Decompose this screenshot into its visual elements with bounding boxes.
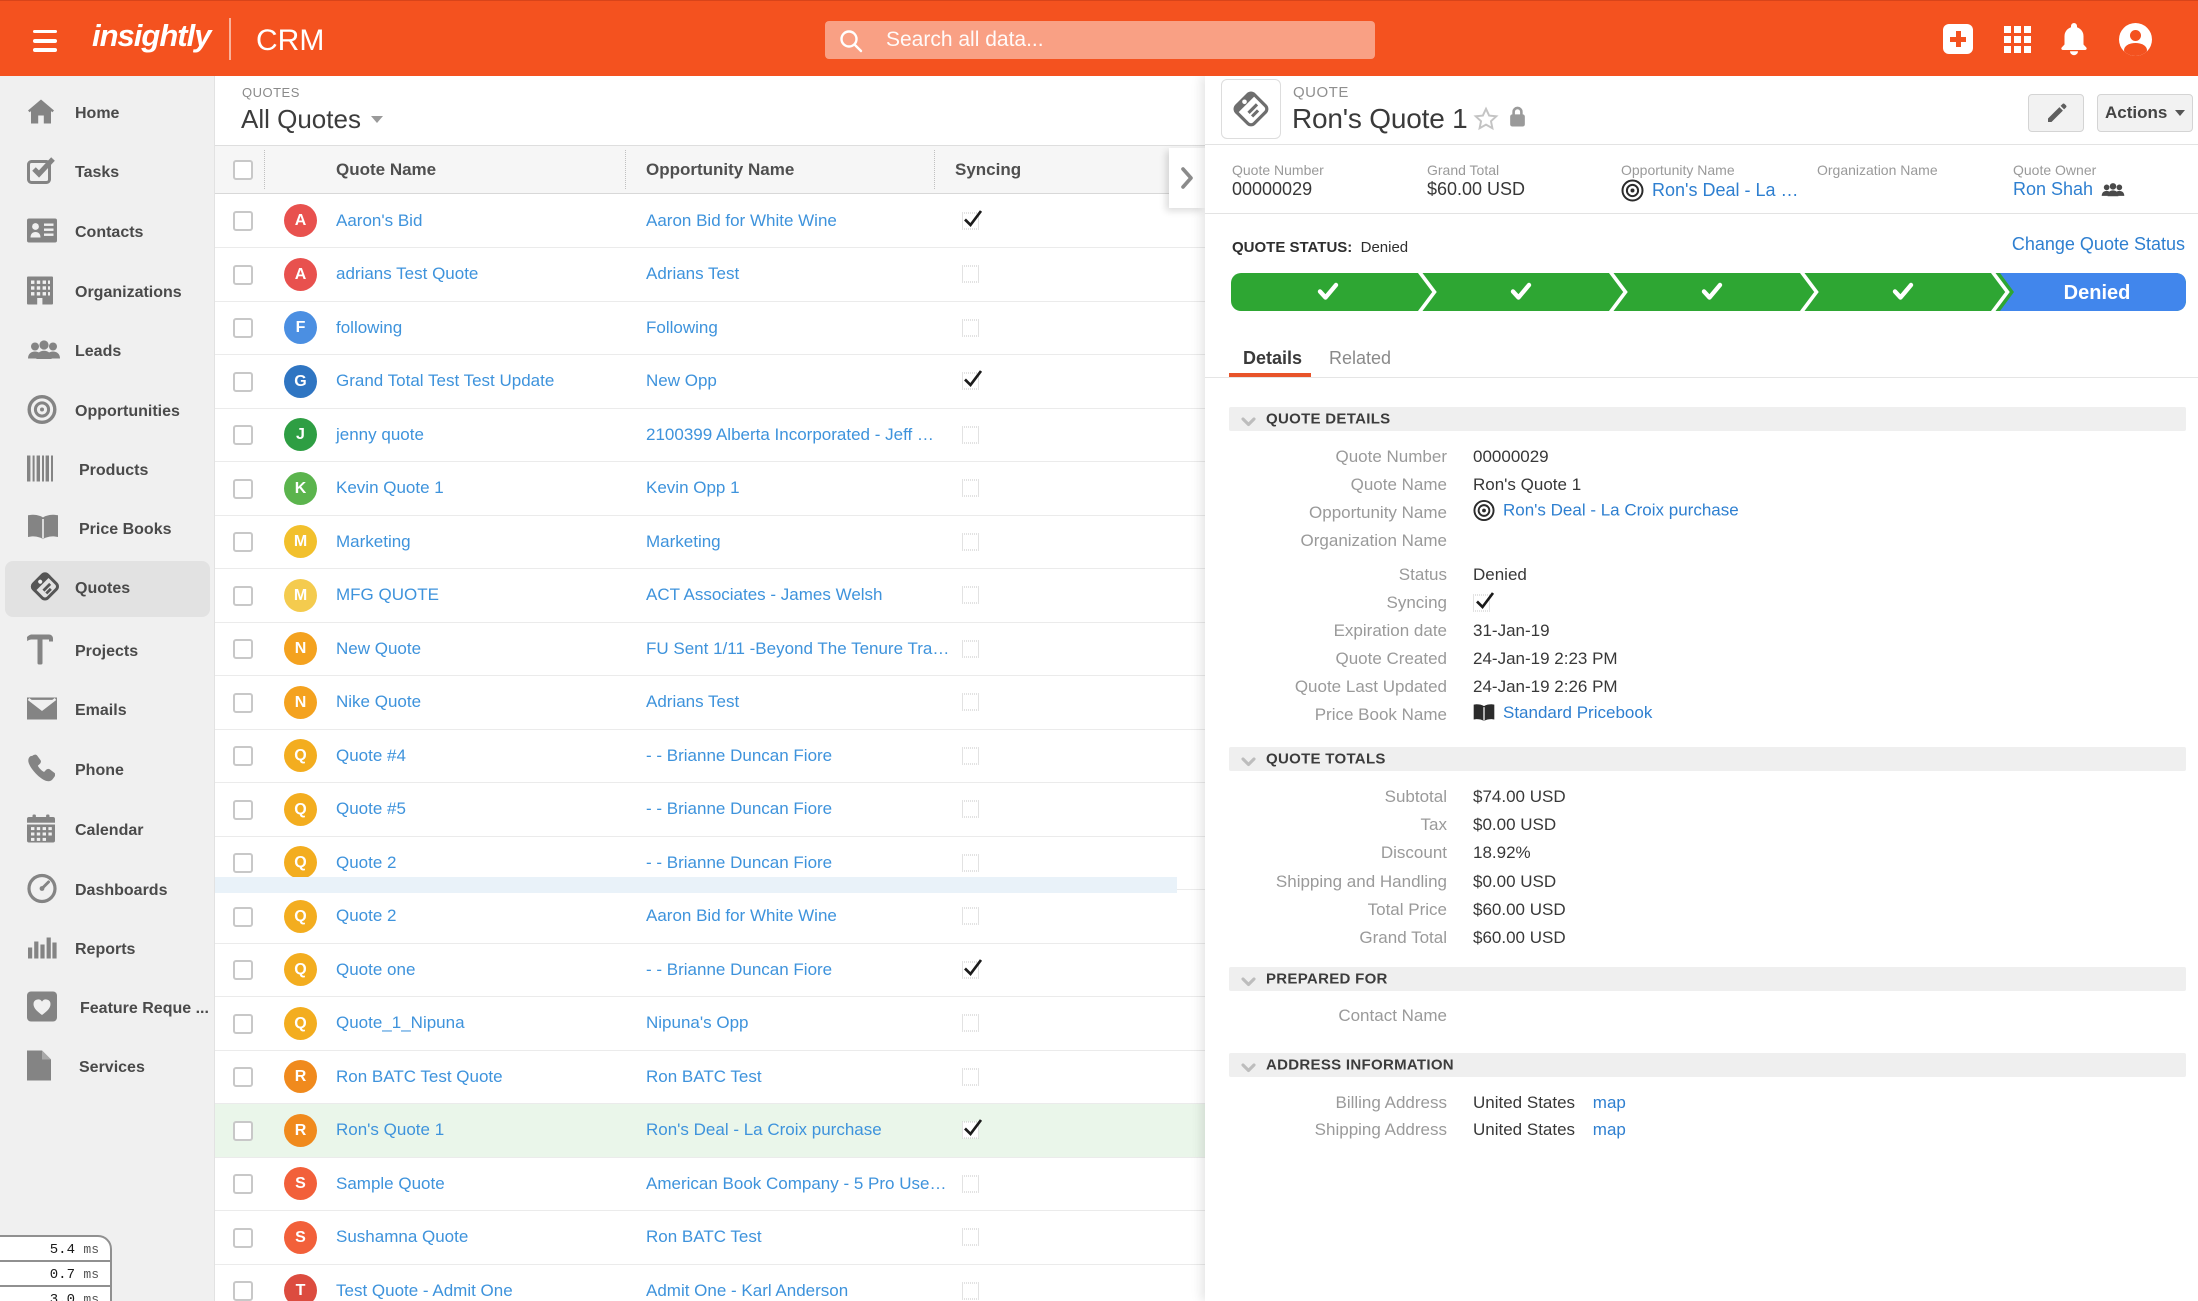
svg-text:Denied: Denied [2064,282,2131,304]
